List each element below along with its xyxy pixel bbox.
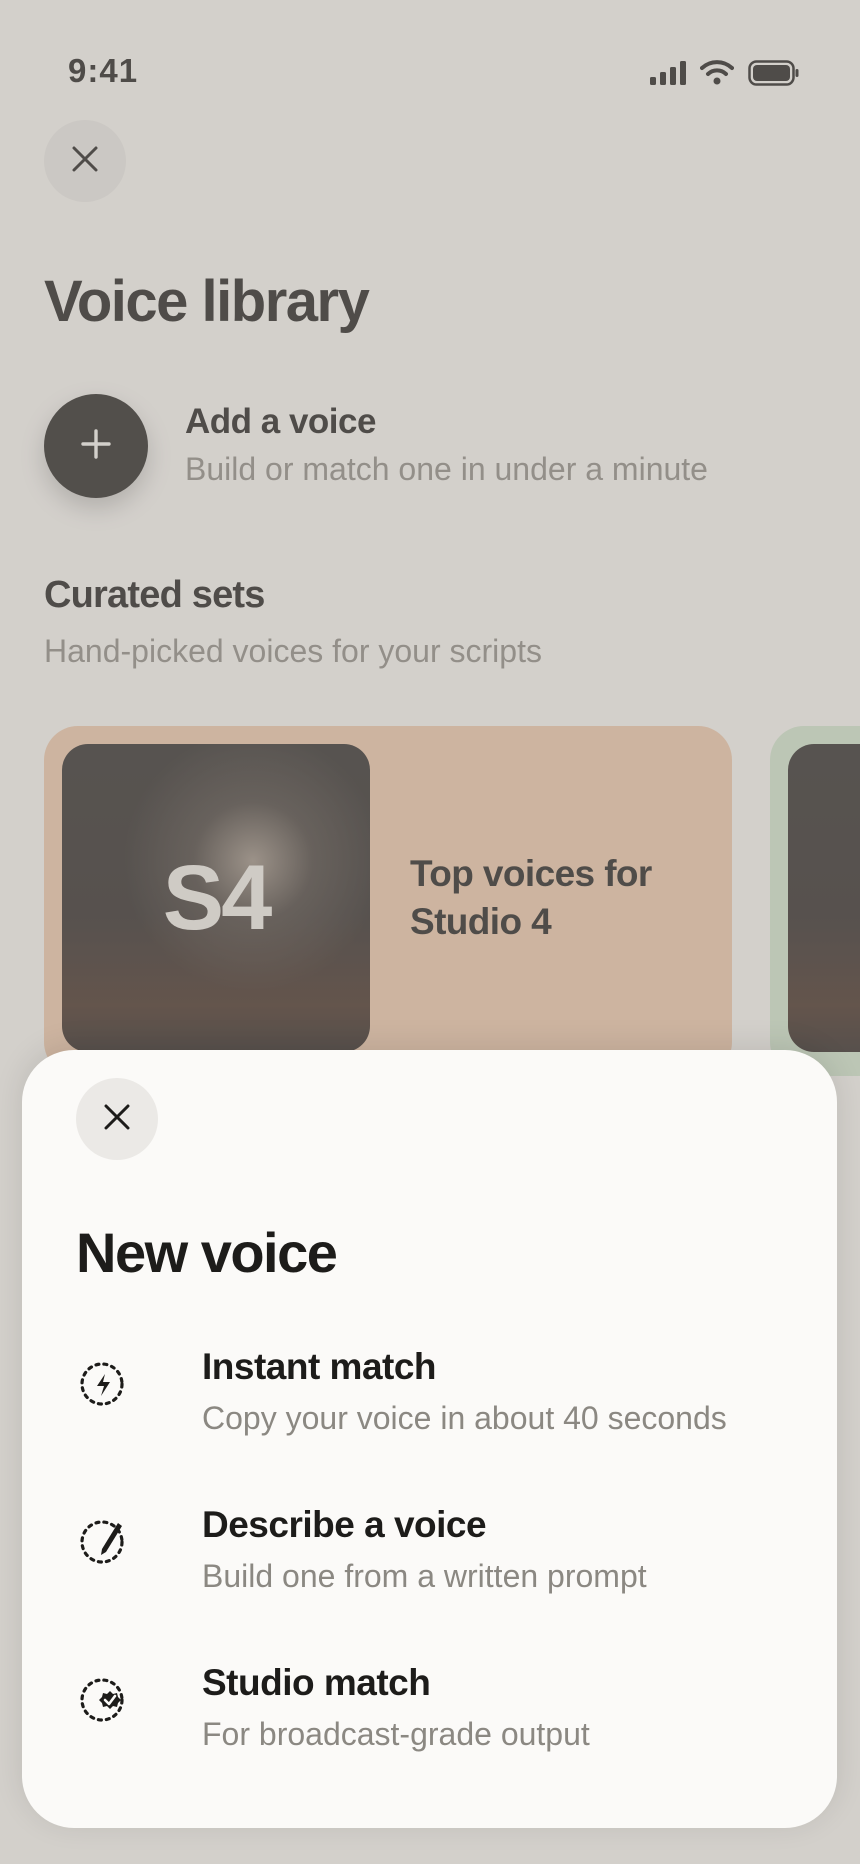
sheet-title: New voice — [76, 1221, 338, 1284]
describe-voice-icon — [76, 1512, 132, 1568]
studio-match-icon — [76, 1670, 132, 1726]
new-voice-sheet: New voice Instant match Copy your voice … — [22, 1050, 837, 1828]
option-subtitle: Build one from a written prompt — [202, 1558, 647, 1594]
option-title: Describe a voice — [202, 1504, 487, 1545]
option-studio-match[interactable]: Studio match For broadcast-grade output — [76, 1662, 796, 1772]
close-icon — [102, 1102, 132, 1137]
sheet-close-button[interactable] — [76, 1078, 158, 1160]
option-instant-match[interactable]: Instant match Copy your voice in about 4… — [76, 1346, 796, 1456]
option-title: Studio match — [202, 1662, 431, 1703]
instant-match-icon — [76, 1354, 132, 1410]
option-title: Instant match — [202, 1346, 437, 1387]
option-subtitle: Copy your voice in about 40 seconds — [202, 1400, 727, 1436]
option-subtitle: For broadcast-grade output — [202, 1716, 590, 1752]
voice-library-screen: 9:41 Voice library Add a voice Build or … — [0, 0, 860, 1864]
option-describe-voice[interactable]: Describe a voice Build one from a writte… — [76, 1504, 796, 1614]
